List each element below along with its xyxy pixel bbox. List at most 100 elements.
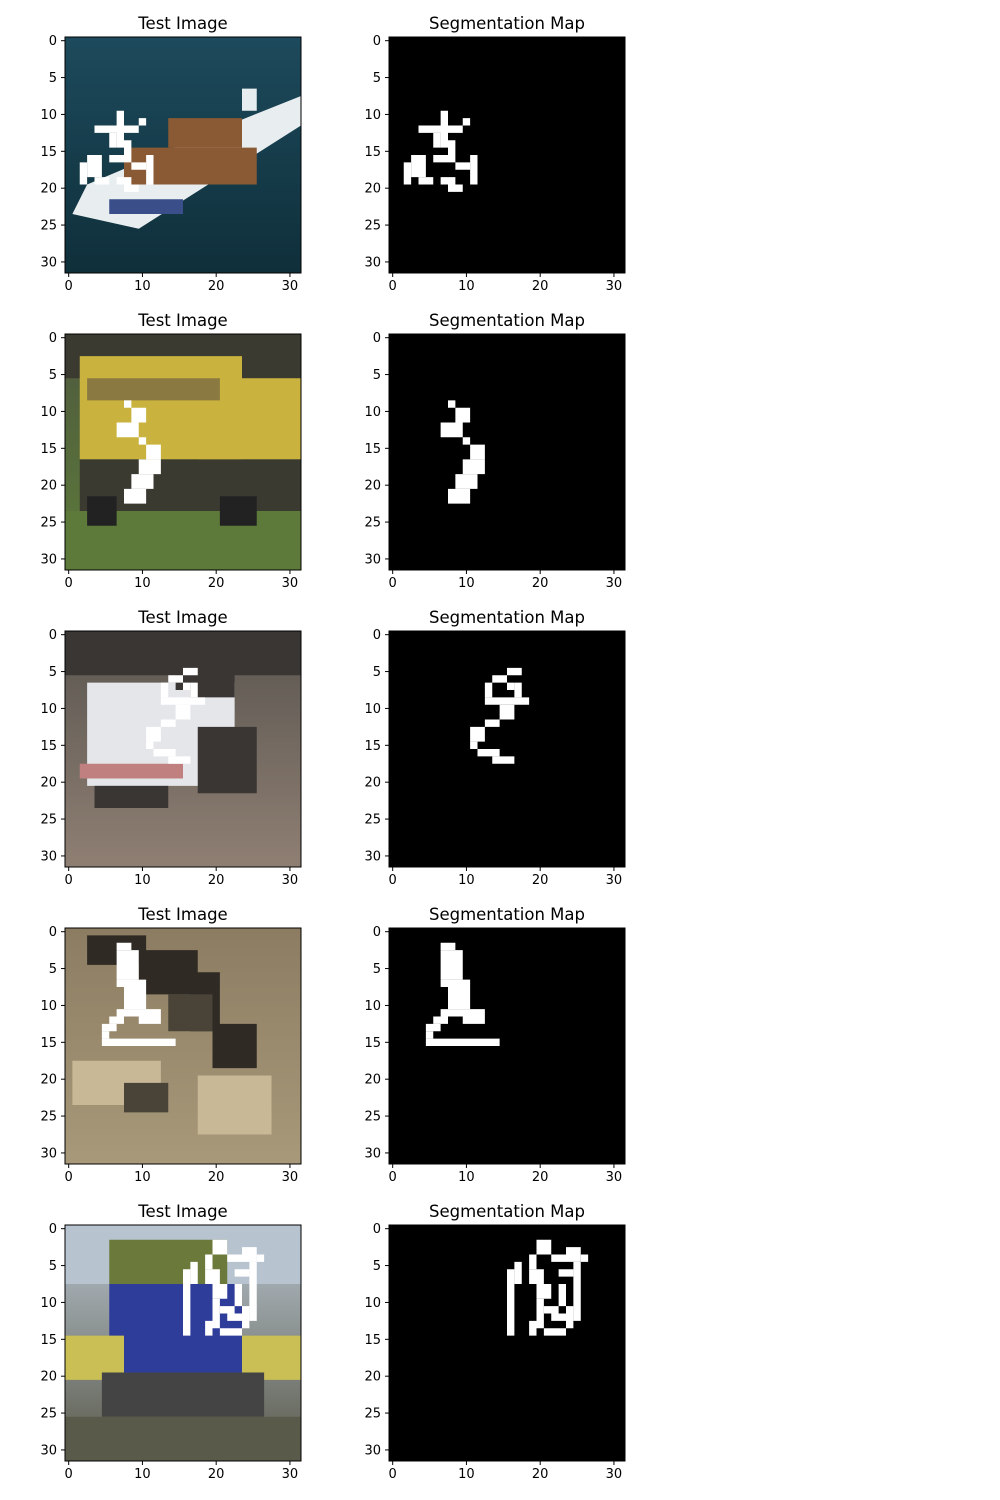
segmentation-mask-pixel-block: [507, 667, 522, 676]
test-image-region: [87, 496, 117, 526]
segmentation-mask-pixel-block: [403, 162, 412, 185]
segmentation-mask-pixel-block: [484, 697, 530, 705]
test-image-region: [124, 1082, 169, 1113]
y-tick-label: 20: [364, 182, 381, 197]
test-image-overlay-pixel-block: [183, 1269, 191, 1336]
x-tick-label: 0: [389, 1467, 397, 1482]
y-tick-label: 15: [40, 739, 57, 754]
test-image-overlay-pixel-block: [160, 697, 206, 705]
y-tick-label: 30: [364, 1443, 381, 1458]
test-image-overlay-pixel-block: [249, 1261, 257, 1314]
segmentation-mask-pixel-block: [440, 422, 463, 438]
test-image-overlay-pixel-block: [116, 1009, 161, 1017]
x-tick-label: 30: [282, 279, 299, 294]
x-tick-label: 0: [389, 576, 397, 591]
x-tick-label: 30: [282, 1170, 299, 1185]
test-image-overlay-pixel-block: [242, 1306, 250, 1329]
test-image-region: [101, 1372, 265, 1417]
segmentation-map-title: Segmentation Map: [429, 311, 585, 330]
test-image-overlay-pixel-block: [212, 1239, 228, 1255]
x-tick-label: 30: [282, 576, 299, 591]
test-image-overlay-pixel-block: [219, 1328, 242, 1336]
y-tick-label: 15: [364, 1036, 381, 1051]
segmentation-mask-pixel-block: [529, 1254, 537, 1270]
segmentation-mask-pixel-block: [425, 1023, 441, 1032]
test-image-region: [212, 1023, 257, 1069]
segmentation-map-panel: 0 10 20 30 0 5 10 15 20 25 30 Segmentation Map: [364, 905, 626, 1185]
y-tick-label: 25: [40, 219, 57, 234]
test-image-overlay-pixel-block: [138, 437, 147, 445]
test-image-overlay-pixel-block: [116, 942, 132, 951]
test-image-overlay-pixel-block: [168, 756, 191, 764]
y-tick-label: 5: [49, 71, 57, 86]
segmentation-mask-pixel-block: [448, 140, 456, 155]
x-tick-label: 20: [208, 1170, 225, 1185]
segmentation-mask-pixel-block: [425, 1031, 434, 1039]
y-tick-label: 15: [40, 145, 57, 160]
y-tick-label: 15: [364, 442, 381, 457]
x-tick-label: 10: [458, 279, 475, 294]
segmentation-mask-pixel-block: [566, 1306, 574, 1329]
y-tick-label: 20: [364, 479, 381, 494]
x-tick-label: 30: [282, 1467, 299, 1482]
y-tick-label: 30: [364, 255, 381, 270]
test-image-overlay-pixel-block: [138, 459, 161, 475]
segmentation-mask-pixel-block: [580, 1254, 589, 1262]
test-image-overlay-pixel-block: [175, 704, 191, 720]
x-tick-label: 20: [532, 279, 549, 294]
y-tick-label: 20: [364, 776, 381, 791]
x-tick-label: 10: [458, 873, 475, 888]
segmentation-mask-pixel-block: [448, 488, 471, 504]
segmentation-mask-pixel-block: [470, 155, 478, 185]
segmentation-mask-pixel-block: [440, 942, 456, 951]
y-tick-label: 20: [40, 479, 57, 494]
test-image-region: [94, 785, 169, 808]
y-tick-label: 20: [40, 182, 57, 197]
test-image-region: [197, 1075, 272, 1135]
test-image-overlay-pixel-block: [124, 987, 147, 1010]
segmentation-map-title: Segmentation Map: [429, 14, 585, 33]
test-image-overlay-pixel-block: [101, 1031, 110, 1039]
segmentation-mask-pixel-block: [477, 749, 500, 757]
segmentation-map-title: Segmentation Map: [429, 608, 585, 627]
x-tick-label: 0: [389, 1170, 397, 1185]
segmentation-mask-pixel-block: [551, 1254, 566, 1262]
test-image-region: [168, 994, 213, 1032]
segmentation-mask-pixel-block: [536, 1239, 552, 1255]
segmentation-mask-pixel-block: [455, 474, 478, 489]
y-tick-label: 5: [373, 962, 381, 977]
y-tick-label: 0: [373, 34, 381, 49]
test-image-overlay-pixel-block: [205, 1254, 213, 1270]
segmentation-mask-pixel-block: [455, 407, 471, 423]
y-tick-label: 10: [40, 702, 57, 717]
y-tick-label: 20: [364, 1073, 381, 1088]
x-tick-label: 20: [208, 279, 225, 294]
segmentation-mask-pixel-block: [440, 1009, 485, 1017]
segmentation-map-panel: 0 10 20 30 0 5 10 15 20 25 30 Segmentation Map: [364, 1202, 626, 1482]
test-image-overlay-pixel-block: [160, 719, 176, 727]
y-tick-label: 5: [373, 665, 381, 680]
test-image-overlay-pixel-block: [160, 682, 169, 698]
y-tick-label: 10: [364, 1296, 381, 1311]
y-tick-label: 30: [40, 1146, 57, 1161]
y-tick-label: 25: [364, 219, 381, 234]
test-image-title: Test Image: [137, 905, 227, 924]
y-tick-label: 30: [40, 255, 57, 270]
segmentation-mask-pixel-block: [536, 1284, 552, 1299]
y-tick-label: 5: [49, 368, 57, 383]
x-tick-label: 10: [134, 279, 151, 294]
segmentation-mask-pixel-block: [455, 162, 471, 170]
x-tick-label: 10: [458, 1467, 475, 1482]
test-image-overlay-pixel-block: [87, 155, 102, 178]
test-image-region: [79, 763, 183, 779]
segmentation-mask-pixel-block: [448, 184, 463, 192]
test-image-overlay-pixel-block: [146, 741, 154, 749]
test-image-overlay-pixel-block: [101, 1038, 176, 1046]
test-image-overlay-pixel-block: [131, 162, 147, 170]
segmentation-map-background: [389, 928, 625, 1164]
x-tick-label: 10: [458, 576, 475, 591]
x-tick-label: 20: [208, 576, 225, 591]
test-image-region: [197, 726, 257, 794]
y-tick-label: 0: [373, 331, 381, 346]
x-tick-label: 0: [65, 1467, 73, 1482]
